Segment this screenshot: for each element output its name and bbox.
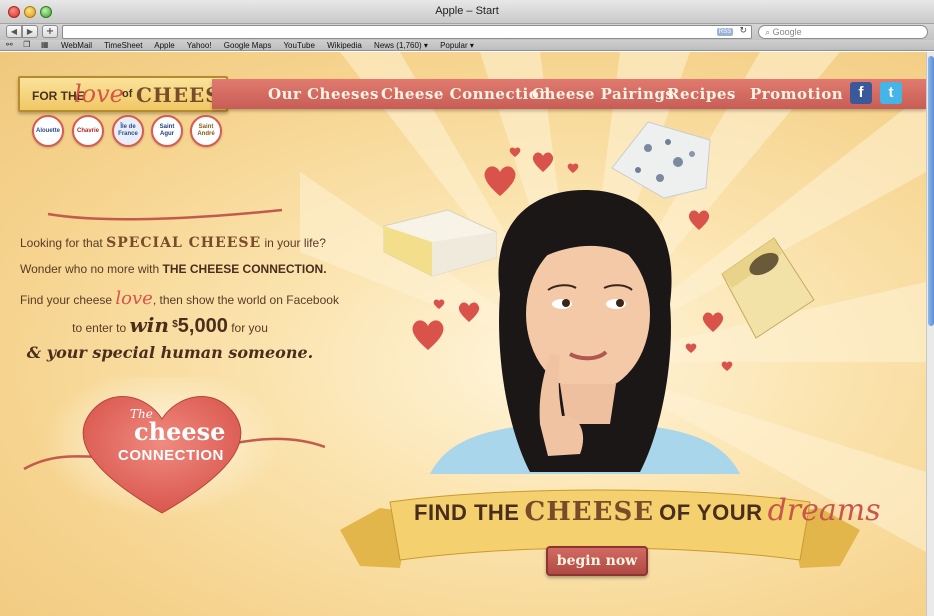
browser-window: Apple – Start ◀ ▶ + RSS ↻ ⌕ Google ⚯ ❐ ▦… [0,0,934,616]
promo-line-1: Looking for that SPECIAL CHEESE in your … [20,235,326,251]
nav-cheese-pairings[interactable]: Cheese Pairings [532,85,674,103]
scrollbar-thumb[interactable] [928,56,934,326]
bookmark-google-maps[interactable]: Google Maps [224,41,272,50]
bookmark-news[interactable]: News (1,760) ▾ [374,41,428,50]
dreams-tagline: FIND THE CHEESE OF YOUR dreams [414,493,881,528]
brand-badge[interactable]: Alouette [32,115,64,147]
address-bar[interactable]: RSS ↻ [62,25,752,39]
decorative-swoosh [47,208,283,221]
promo-line-4: to enter to win $5,000 for you [72,313,268,337]
plus-icon: + [45,26,55,37]
nav-promotion[interactable]: Promotion [750,85,843,103]
twitter-icon[interactable]: t [880,82,902,104]
bookmark-popular[interactable]: Popular ▾ [440,41,474,50]
cheese-connection-heart[interactable]: The cheese CONNECTION [22,367,332,517]
heart-icon [567,163,579,173]
bookmarks-bar: ⚯ ❐ ▦ WebMail TimeSheet Apple Yahoo! Goo… [0,40,934,51]
heart-cheese: cheese [134,417,226,446]
bookmark-youtube[interactable]: YouTube [283,41,314,50]
brand-badge[interactable]: Chavrie [72,115,104,147]
promo-line-2: Wonder who no more with THE CHEESE CONNE… [20,262,327,276]
brand-badge[interactable]: Île de France [112,115,144,147]
grid-icon[interactable]: ▦ [41,40,49,49]
forward-arrow-icon: ▶ [26,27,34,36]
promo-line-5: & your special human someone. [26,343,314,362]
reload-icon[interactable]: ↻ [739,26,747,36]
heart-icon [509,147,521,157]
add-bookmark-button[interactable]: + [42,25,58,38]
begin-now-button[interactable]: begin now [546,546,648,576]
forward-button[interactable]: ▶ [22,25,38,38]
search-input[interactable]: ⌕ Google [758,25,928,39]
logo-love: love [74,80,124,108]
bookmark-timesheet[interactable]: TimeSheet [104,41,142,50]
back-arrow-icon: ◀ [10,27,18,36]
search-placeholder: Google [772,27,802,37]
window-title: Apple – Start [435,5,499,17]
title-bar: Apple – Start [0,0,934,24]
brand-badge[interactable]: Saint Agur [151,115,183,147]
nav-recipes[interactable]: Recipes [667,85,736,103]
heart-connection: CONNECTION [118,447,224,464]
brand-badge[interactable]: Saint André [190,115,222,147]
search-icon: ⌕ [765,27,771,37]
bookmark-wikipedia[interactable]: Wikipedia [327,41,362,50]
bookmark-apple[interactable]: Apple [154,41,174,50]
nav-cheese-connection[interactable]: Cheese Connection [381,85,551,103]
back-button[interactable]: ◀ [6,25,22,38]
woman-thinking-image [430,190,740,474]
site-logo[interactable]: FOR THE love of CHEESE [18,76,236,112]
main-nav: Our Cheeses Cheese Connection Cheese Pai… [212,79,926,109]
promo-line-3: Find your cheese love, then show the wor… [20,288,339,309]
nav-our-cheeses[interactable]: Our Cheeses [268,85,379,103]
facebook-icon[interactable]: f [850,82,872,104]
web-page: FOR THE love of CHEESE Our Cheeses Chees… [0,52,926,616]
rss-icon[interactable]: RSS [717,28,733,36]
bookmark-yahoo[interactable]: Yahoo! [187,41,212,50]
browser-toolbar: ◀ ▶ + RSS ↻ ⌕ Google [0,24,934,40]
page-scrollbar[interactable] [926,52,934,616]
logo-of: of [122,88,133,100]
heart-icon [532,152,554,172]
book-icon[interactable]: ❐ [23,40,30,49]
reading-glasses-icon[interactable]: ⚯ [6,40,13,49]
bookmark-webmail[interactable]: WebMail [61,41,92,50]
